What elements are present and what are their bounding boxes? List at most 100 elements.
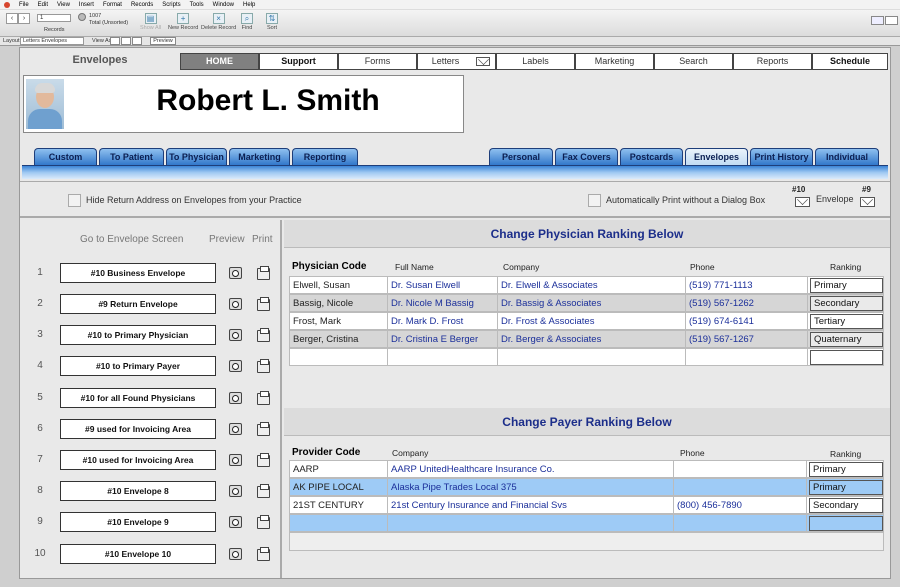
nav-marketing[interactable]: Marketing: [575, 53, 654, 70]
physician-row[interactable]: Frost, Mark Dr. Mark D. Frost Dr. Frost …: [289, 312, 884, 330]
printer-icon[interactable]: [257, 515, 270, 529]
table-view-icon[interactable]: [132, 37, 142, 45]
provider-code: 21ST CENTURY: [290, 497, 388, 514]
physician-ranking-field[interactable]: Secondary: [810, 296, 883, 311]
auto-print-checkbox[interactable]: [588, 194, 601, 207]
prev-record-button[interactable]: ‹: [6, 13, 18, 24]
physician-row[interactable]: Bassig, Nicole Dr. Nicole M Bassig Dr. B…: [289, 294, 884, 312]
tab-custom[interactable]: Custom: [34, 148, 97, 166]
printer-icon[interactable]: [257, 328, 270, 342]
printer-icon[interactable]: [257, 453, 270, 467]
preview-camera-icon[interactable]: [229, 423, 242, 435]
payer-ranking-field[interactable]: Primary: [809, 462, 883, 477]
physician-row[interactable]: Elwell, Susan Dr. Susan Elwell Dr. Elwel…: [289, 276, 884, 294]
printer-icon[interactable]: [257, 359, 270, 373]
menu-scripts[interactable]: Scripts: [162, 2, 180, 8]
list-view-icon[interactable]: [121, 37, 131, 45]
preview-camera-icon[interactable]: [229, 298, 242, 310]
preview-camera-icon[interactable]: [229, 360, 242, 372]
physician-row[interactable]: Berger, Cristina Dr. Cristina E Berger D…: [289, 330, 884, 348]
contacts-icon[interactable]: [871, 16, 884, 25]
printer-icon[interactable]: [257, 484, 270, 498]
tab-to-physician[interactable]: To Physician: [166, 148, 227, 166]
nav-letters-label: Letters: [431, 56, 460, 66]
tab-envelopes[interactable]: Envelopes: [685, 148, 748, 166]
payer-row[interactable]: AARP AARP UnitedHealthcare Insurance Co.…: [289, 460, 884, 478]
physician-empty-row[interactable]: [289, 348, 884, 366]
tab-print-history[interactable]: Print History: [750, 148, 813, 166]
tab-fax-covers[interactable]: Fax Covers: [555, 148, 618, 166]
nav-schedule[interactable]: Schedule: [812, 53, 888, 70]
tab-individual[interactable]: Individual: [815, 148, 879, 166]
payer-row[interactable]: AK PIPE LOCAL Alaska Pipe Trades Local 3…: [289, 478, 884, 496]
preview-camera-icon[interactable]: [229, 267, 242, 279]
nav-reports[interactable]: Reports: [733, 53, 812, 70]
preview-camera-icon[interactable]: [229, 329, 242, 341]
envelope-button[interactable]: #10 to Primary Payer: [60, 356, 216, 376]
search-field[interactable]: [885, 16, 898, 25]
menu-format[interactable]: Format: [103, 2, 122, 8]
envelope-button[interactable]: #10 to Primary Physician: [60, 325, 216, 345]
envelope-button[interactable]: #10 for all Found Physicians: [60, 388, 216, 408]
find-button[interactable]: ⌕ Find: [241, 13, 253, 31]
nav-letters[interactable]: Letters: [417, 53, 496, 70]
tab-marketing[interactable]: Marketing: [229, 148, 290, 166]
record-number-field[interactable]: 1: [37, 14, 71, 22]
payer-empty-row[interactable]: [289, 514, 884, 532]
envelope-button[interactable]: #10 Envelope 8: [60, 481, 216, 501]
menu-help[interactable]: Help: [243, 2, 255, 8]
nav-forms[interactable]: Forms: [338, 53, 417, 70]
sort-button[interactable]: ⇅ Sort: [266, 13, 278, 31]
menu-insert[interactable]: Insert: [79, 2, 94, 8]
form-view-icon[interactable]: [110, 37, 120, 45]
envelope-button[interactable]: #10 Envelope 10: [60, 544, 216, 564]
payer-ranking-field[interactable]: [809, 516, 883, 531]
envelope-button[interactable]: #10 used for Invoicing Area: [60, 450, 216, 470]
envelope-button[interactable]: #9 used for Invoicing Area: [60, 419, 216, 439]
preview-camera-icon[interactable]: [229, 548, 242, 560]
layout-select[interactable]: Letters Envelopes: [20, 37, 84, 45]
payer-ranking-field[interactable]: Secondary: [809, 498, 883, 513]
preview-camera-icon[interactable]: [229, 392, 242, 404]
nav-search[interactable]: Search: [654, 53, 733, 70]
nav-labels[interactable]: Labels: [496, 53, 575, 70]
preview-camera-icon[interactable]: [229, 485, 242, 497]
tab-to-patient[interactable]: To Patient: [99, 148, 164, 166]
delete-record-button[interactable]: × Delete Record: [201, 13, 236, 31]
preview-button[interactable]: Preview: [150, 37, 176, 45]
hide-return-checkbox[interactable]: [68, 194, 81, 207]
next-record-button[interactable]: ›: [18, 13, 30, 24]
printer-icon[interactable]: [257, 547, 270, 561]
menu-tools[interactable]: Tools: [190, 2, 204, 8]
nav-home[interactable]: HOME: [180, 53, 259, 70]
show-all-button[interactable]: ▤ Show All: [140, 13, 161, 31]
printer-icon[interactable]: [257, 297, 270, 311]
printer-icon[interactable]: [257, 266, 270, 280]
envelope-button[interactable]: #9 Return Envelope: [60, 294, 216, 314]
env9-icon[interactable]: [860, 197, 875, 207]
physician-ranking-field[interactable]: Quaternary: [810, 332, 883, 347]
envelope-button[interactable]: #10 Envelope 9: [60, 512, 216, 532]
env10-icon[interactable]: [795, 197, 810, 207]
preview-camera-icon[interactable]: [229, 516, 242, 528]
new-record-button[interactable]: + New Record: [168, 13, 198, 31]
preview-camera-icon[interactable]: [229, 454, 242, 466]
tab-postcards[interactable]: Postcards: [620, 148, 683, 166]
payer-ranking-field[interactable]: Primary: [809, 480, 883, 495]
physician-ranking-field[interactable]: Primary: [810, 278, 883, 293]
menu-view[interactable]: View: [57, 2, 70, 8]
nav-support[interactable]: Support: [259, 53, 338, 70]
physician-ranking-field[interactable]: [810, 350, 883, 365]
envelope-button[interactable]: #10 Business Envelope: [60, 263, 216, 283]
payer-row[interactable]: 21ST CENTURY 21st Century Insurance and …: [289, 496, 884, 514]
menu-window[interactable]: Window: [213, 2, 234, 8]
tab-personal[interactable]: Personal: [489, 148, 553, 166]
menu-edit[interactable]: Edit: [38, 2, 48, 8]
tab-reporting[interactable]: Reporting: [292, 148, 358, 166]
printer-icon[interactable]: [257, 422, 270, 436]
menu-file[interactable]: File: [19, 2, 29, 8]
printer-icon[interactable]: [257, 391, 270, 405]
payer-empty-row[interactable]: [289, 532, 884, 551]
menu-records[interactable]: Records: [131, 2, 153, 8]
physician-ranking-field[interactable]: Tertiary: [810, 314, 883, 329]
